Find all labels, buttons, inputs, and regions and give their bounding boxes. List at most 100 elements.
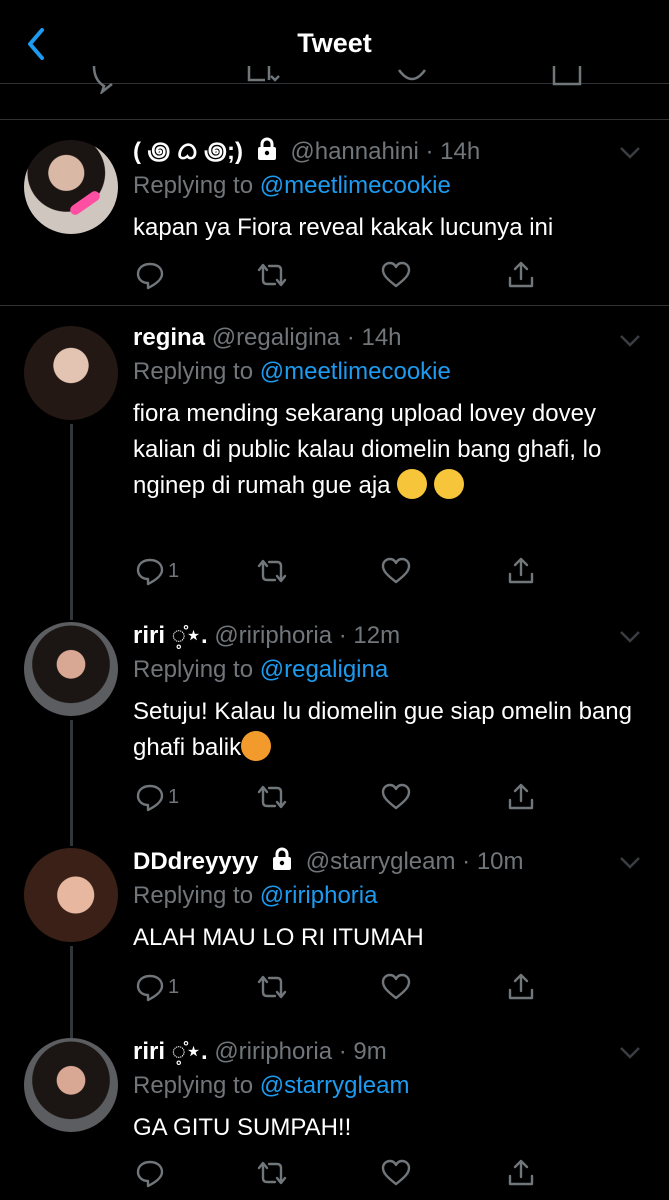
tweet-text: fiora mending sekarang upload lovey dove… (133, 400, 602, 499)
replying-to-line: Replying to @meetlimecookie (133, 168, 649, 204)
replying-label: Replying to (133, 656, 254, 683)
reply-button[interactable]: 1 (135, 970, 179, 1004)
like-button[interactable] (381, 1156, 411, 1190)
share-button[interactable] (506, 970, 536, 1004)
handle[interactable]: @hannahini (290, 138, 418, 165)
tweet-text-block: fiora mending sekarang upload lovey dove… (133, 396, 649, 504)
separator-dot: · (332, 622, 354, 649)
replying-to-link[interactable]: @regaligina (260, 656, 388, 683)
retweet-button[interactable] (255, 970, 289, 1004)
tweet-actions: 1 (133, 780, 536, 814)
heart-icon (381, 1159, 411, 1186)
replying-label: Replying to (133, 172, 254, 199)
timestamp[interactable]: 9m (353, 1038, 386, 1065)
tweet-text: Setuju! Kalau lu diomelin gue siap omeli… (133, 698, 632, 761)
handle[interactable]: @ririphoria (214, 622, 332, 649)
display-name[interactable]: regina (133, 324, 205, 351)
display-name[interactable]: riri ◌̥̊⋆. (133, 1038, 208, 1065)
lock-icon (257, 137, 276, 160)
share-button[interactable] (506, 1156, 536, 1190)
chevron-down-icon[interactable] (619, 334, 641, 348)
reply-count: 1 (168, 975, 180, 998)
handle[interactable]: @ririphoria (214, 1038, 332, 1065)
display-name[interactable]: riri ◌̥̊⋆. (133, 622, 208, 649)
like-button[interactable] (381, 780, 411, 814)
separator-dot: · (340, 324, 362, 351)
avatar[interactable] (24, 326, 118, 420)
reply-count: 1 (168, 785, 180, 808)
chevron-down-icon[interactable] (619, 1046, 641, 1060)
handle[interactable]: @regaligina (212, 324, 340, 351)
avatar[interactable] (24, 140, 118, 234)
replying-to-link[interactable]: @meetlimecookie (260, 172, 451, 199)
separator-dot: · (332, 1038, 354, 1065)
tweet-text: kapan ya Fiora reveal kakak lucunya ini (133, 214, 554, 241)
angry-face-emoji (241, 731, 272, 761)
tweet-text: ALAH MAU LO RI ITUMAH (133, 924, 424, 951)
reply-button[interactable] (135, 258, 168, 292)
share-icon (508, 1159, 534, 1186)
reply-button[interactable] (135, 1156, 168, 1190)
timestamp[interactable]: 14h (440, 138, 480, 165)
separator-dot: · (455, 848, 477, 875)
thread-line (70, 600, 73, 620)
reply-tweet[interactable]: regina @regaligina · 14h Replying to @me… (0, 306, 669, 618)
timestamp[interactable]: 10m (477, 848, 524, 875)
reply-tweet[interactable]: riri ◌̥̊⋆. @ririphoria · 12m Replying to… (0, 600, 669, 846)
lock-icon (273, 847, 292, 870)
retweet-button[interactable] (255, 554, 289, 588)
retweet-button[interactable] (255, 258, 289, 292)
avatar[interactable] (24, 848, 118, 942)
replying-to-link[interactable]: @ririphoria (260, 882, 378, 909)
heart-icon (381, 557, 411, 584)
share-button[interactable] (506, 554, 536, 588)
like-button[interactable] (381, 258, 411, 292)
reply-icon[interactable] (88, 66, 122, 94)
share-button[interactable] (506, 258, 536, 292)
reply-tweet[interactable]: riri ◌̥̊⋆. @ririphoria · 9m Replying to … (0, 1016, 669, 1200)
retweet-icon (257, 263, 287, 287)
share-icon (508, 557, 534, 584)
share-icon (508, 973, 534, 1000)
replying-to-line: Replying to @starrygleam (133, 1068, 649, 1104)
share-button[interactable] (506, 780, 536, 814)
like-button[interactable] (381, 554, 411, 588)
reply-button[interactable]: 1 (135, 780, 179, 814)
avatar-toothbrush (68, 189, 102, 217)
like-button[interactable] (381, 970, 411, 1004)
weary-face-emoji (397, 469, 428, 499)
heart-icon (381, 783, 411, 810)
replying-label: Replying to (133, 1072, 254, 1099)
chevron-down-icon[interactable] (619, 146, 641, 160)
display-name[interactable]: ( ꩜ ᜊ ꩜;) (133, 138, 243, 165)
weary-face-emoji (433, 469, 464, 499)
retweet-icon (257, 559, 287, 583)
replying-to-link[interactable]: @starrygleam (260, 1072, 410, 1099)
replying-label: Replying to (133, 882, 254, 909)
timestamp[interactable]: 12m (353, 622, 400, 649)
reply-icon (136, 1160, 164, 1188)
like-icon[interactable] (395, 66, 429, 94)
tweet-text-block: Setuju! Kalau lu diomelin gue siap omeli… (133, 694, 649, 766)
replying-to-link[interactable]: @meetlimecookie (260, 358, 451, 385)
retweet-icon[interactable] (243, 66, 283, 94)
avatar[interactable] (24, 622, 118, 716)
retweet-button[interactable] (255, 780, 289, 814)
display-name[interactable]: DDdreyyyy (133, 848, 258, 875)
reply-button[interactable]: 1 (135, 554, 179, 588)
previous-tweet-actions (0, 66, 669, 120)
handle[interactable]: @starrygleam (306, 848, 456, 875)
avatar[interactable] (24, 1038, 118, 1132)
page-title: Tweet (297, 28, 372, 58)
replying-to-line: Replying to @ririphoria (133, 878, 649, 914)
timestamp[interactable]: 14h (361, 324, 401, 351)
retweet-button[interactable] (255, 1156, 289, 1190)
reply-tweet[interactable]: DDdreyyyy @starrygleam · 10m Replying to… (0, 826, 669, 1052)
reply-icon (136, 974, 164, 1002)
share-icon[interactable] (550, 66, 584, 94)
reply-tweet[interactable]: ( ꩜ ᜊ ꩜;) @hannahini · 14h Replying to @… (0, 120, 669, 306)
chevron-down-icon[interactable] (619, 630, 641, 644)
tweet-actions: 1 (133, 970, 536, 1004)
share-icon (508, 783, 534, 810)
chevron-down-icon[interactable] (619, 856, 641, 870)
